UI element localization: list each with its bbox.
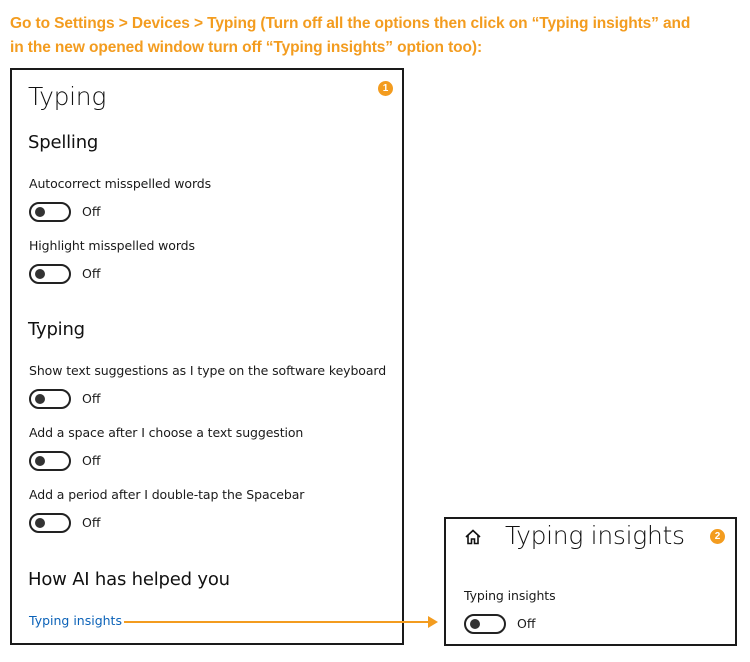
setting-label-typing-insights: Typing insights	[464, 588, 556, 603]
setting-label-add-period: Add a period after I double-tap the Spac…	[29, 487, 305, 502]
setting-label-text-suggestions: Show text suggestions as I type on the s…	[29, 363, 387, 378]
toggle-knob	[35, 394, 45, 404]
toggle-knob	[35, 518, 45, 528]
page-title: Typing	[28, 82, 107, 111]
arrow-line	[124, 621, 428, 623]
typing-settings-panel	[10, 68, 404, 645]
setting-label-highlight: Highlight misspelled words	[29, 238, 195, 253]
section-heading-ai: How AI has helped you	[28, 569, 230, 590]
toggle-knob	[35, 207, 45, 217]
toggle-add-period[interactable]	[29, 513, 71, 533]
setting-label-add-space: Add a space after I choose a text sugges…	[29, 425, 304, 440]
section-heading-typing: Typing	[28, 319, 85, 340]
toggle-autocorrect[interactable]	[29, 202, 71, 222]
toggle-add-space[interactable]	[29, 451, 71, 471]
toggle-state-text-suggestions: Off	[82, 391, 101, 406]
toggle-text-suggestions[interactable]	[29, 389, 71, 409]
toggle-state-autocorrect: Off	[82, 204, 101, 219]
insights-page-title: Typing insights	[505, 521, 685, 550]
step-badge-2: 2	[710, 529, 725, 544]
toggle-highlight[interactable]	[29, 264, 71, 284]
toggle-typing-insights[interactable]	[464, 614, 506, 634]
setting-label-autocorrect: Autocorrect misspelled words	[29, 176, 212, 191]
toggle-state-add-period: Off	[82, 515, 101, 530]
arrow-head-icon	[428, 616, 438, 628]
instruction-line-2: in the new opened window turn off “Typin…	[10, 39, 483, 56]
toggle-knob	[470, 619, 480, 629]
instruction-line-1: Go to Settings > Devices > Typing (Turn …	[10, 15, 691, 32]
toggle-state-add-space: Off	[82, 453, 101, 468]
toggle-state-highlight: Off	[82, 266, 101, 281]
home-icon[interactable]	[464, 528, 482, 550]
toggle-state-typing-insights: Off	[517, 616, 536, 631]
toggle-knob	[35, 456, 45, 466]
instruction-text: Go to Settings > Devices > Typing (Turn …	[10, 12, 740, 60]
step-badge-1: 1	[378, 81, 393, 96]
toggle-knob	[35, 269, 45, 279]
section-heading-spelling: Spelling	[28, 132, 99, 153]
typing-insights-link[interactable]: Typing insights	[29, 613, 122, 628]
